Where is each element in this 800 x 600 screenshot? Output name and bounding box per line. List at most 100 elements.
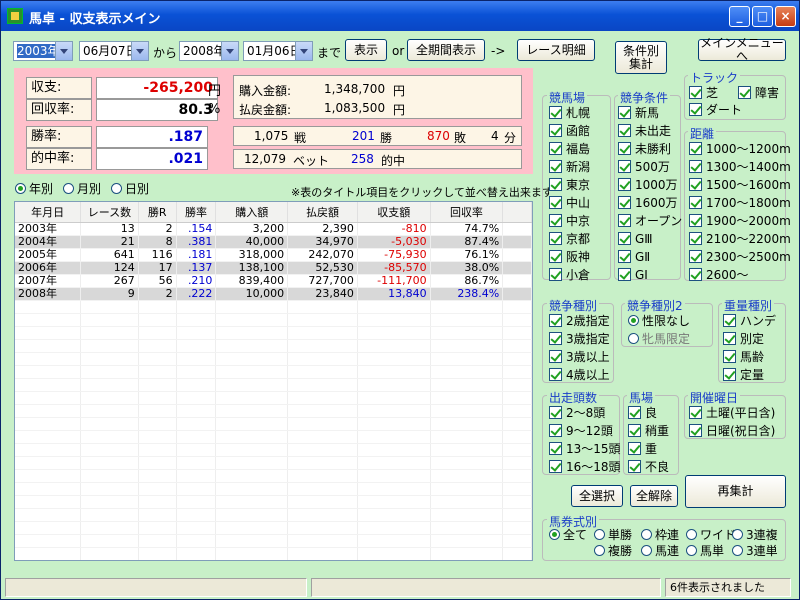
race-type-checkbox[interactable]: 4歳以上 (549, 368, 610, 382)
bet-all-radio[interactable]: 全て (549, 528, 587, 542)
distance-checkbox[interactable]: 1300～1400m (689, 160, 791, 174)
ground-checkbox[interactable]: 不良 (628, 460, 669, 474)
weight-checkbox[interactable]: ハンデ (723, 314, 776, 328)
close-button[interactable]: × (775, 6, 796, 27)
condition-checkbox[interactable]: 未勝利 (618, 142, 671, 156)
radio-icon (594, 529, 605, 540)
table-row[interactable]: 2008年 9 2.222 10,000 23,840 13,840 238.4% (15, 287, 532, 301)
venue-checkbox[interactable]: 福島 (549, 142, 590, 156)
col-wins[interactable]: 勝R (138, 202, 177, 223)
from-year-select[interactable]: 2003年 (13, 41, 73, 61)
venue-checkbox[interactable]: 函館 (549, 124, 590, 138)
venue-checkbox[interactable]: 京都 (549, 232, 590, 246)
col-date[interactable]: 年月日 (15, 202, 82, 223)
condition-checkbox[interactable]: 未出走 (618, 124, 671, 138)
day-checkbox[interactable]: 土曜(平日含) (689, 406, 775, 420)
condition-checkbox[interactable]: 500万 (618, 160, 670, 174)
col-balance[interactable]: 収支額 (357, 202, 431, 223)
fillies-only-radio[interactable]: 牝馬限定 (628, 332, 690, 346)
ground-checkbox[interactable]: 良 (628, 406, 657, 420)
condition-checkbox[interactable]: GⅠ (618, 268, 648, 282)
condition-checkbox[interactable]: GⅡ (618, 250, 650, 264)
ground-checkbox[interactable]: 稍重 (628, 424, 669, 438)
distance-checkbox[interactable]: 1500～1600m (689, 178, 791, 192)
runners-checkbox[interactable]: 9～12頭 (549, 424, 613, 438)
runners-checkbox[interactable]: 2～8頭 (549, 406, 605, 420)
col-purchase[interactable]: 購入額 (215, 202, 289, 223)
venue-checkbox[interactable]: 札幌 (549, 106, 590, 120)
select-all-button[interactable]: 全選択 (571, 485, 623, 507)
bet-type-radio[interactable]: 複勝 (594, 544, 632, 558)
all-period-button[interactable]: 全期間表示 (407, 39, 485, 61)
to-year-select[interactable]: 2008年 (179, 41, 239, 61)
col-win-rate[interactable]: 勝率 (176, 202, 217, 223)
race-type-checkbox[interactable]: 2歳指定 (549, 314, 610, 328)
condition-checkbox[interactable]: 1600万 (618, 196, 678, 210)
checkbox-checked-icon (618, 178, 631, 191)
recalculate-button[interactable]: 再集計 (685, 475, 786, 508)
bet-type-radio[interactable]: 枠連 (641, 528, 679, 542)
bet-type-radio[interactable]: 単勝 (594, 528, 632, 542)
track-dirt-checkbox[interactable]: ダート (689, 103, 742, 117)
bet-type-radio[interactable]: 馬連 (641, 544, 679, 558)
condition-checkbox[interactable]: 新馬 (618, 106, 659, 120)
distance-checkbox[interactable]: 1000～1200m (689, 142, 791, 156)
daily-radio[interactable]: 日別 (111, 182, 149, 196)
race-detail-button[interactable]: レース明細 (517, 39, 595, 61)
maximize-button[interactable]: □ (752, 6, 773, 27)
ground-checkbox[interactable]: 重 (628, 442, 657, 456)
venue-checkbox[interactable]: 新潟 (549, 160, 590, 174)
chevron-down-icon[interactable] (55, 42, 72, 60)
table-row[interactable]: 2006年 124 17.137 138,100 52,530 -85,570 38.0% (15, 261, 532, 275)
track-obstacle-checkbox[interactable]: 障害 (738, 86, 779, 100)
table-row[interactable]: 2007年 267 56.210 839,400 727,700 -111,700 86.7… (15, 274, 532, 288)
condition-checkbox[interactable]: GⅢ (618, 232, 653, 246)
chevron-down-icon[interactable] (131, 42, 148, 60)
distance-checkbox[interactable]: 2600～ (689, 268, 749, 282)
table-row[interactable]: 2004年 21 8.381 40,000 34,970 -5,030 87.4% (15, 235, 532, 249)
bet-type-radio[interactable]: 3連複 (732, 528, 778, 542)
recovery-unit: % (208, 102, 221, 117)
weight-checkbox[interactable]: 定量 (723, 368, 764, 382)
venue-checkbox[interactable]: 小倉 (549, 268, 590, 282)
track-turf-checkbox[interactable]: 芝 (689, 86, 718, 100)
day-checkbox[interactable]: 日曜(祝日含) (689, 424, 775, 438)
distance-checkbox[interactable]: 1700～1800m (689, 196, 791, 210)
to-date-select[interactable]: 01月06日 (243, 41, 313, 61)
col-recovery[interactable]: 回収率 (430, 202, 504, 223)
runners-checkbox[interactable]: 16～18頭 (549, 460, 621, 474)
venue-checkbox[interactable]: 阪神 (549, 250, 590, 264)
bet-type-radio[interactable]: ワイド (686, 528, 736, 542)
no-sex-limit-radio[interactable]: 性限なし (628, 314, 690, 328)
result-grid[interactable]: 年月日 レース数 勝R 勝率 購入額 払戻額 収支額 回収率 2003年 13 2.… (14, 201, 533, 561)
bet-type-radio[interactable]: 3連単 (732, 544, 778, 558)
condition-summary-button[interactable]: 条件別 集計 (615, 41, 667, 74)
weight-checkbox[interactable]: 別定 (723, 332, 764, 346)
table-row[interactable]: 2003年 13 2.154 3,200 2,390 -810 74.7% (15, 222, 532, 236)
distance-checkbox[interactable]: 1900～2000m (689, 214, 791, 228)
venue-checkbox[interactable]: 東京 (549, 178, 590, 192)
race-type-checkbox[interactable]: 3歳指定 (549, 332, 610, 346)
show-button[interactable]: 表示 (345, 39, 387, 61)
col-payout[interactable]: 払戻額 (287, 202, 358, 223)
distance-checkbox[interactable]: 2300～2500m (689, 250, 791, 264)
chevron-down-icon[interactable] (295, 42, 312, 60)
condition-checkbox[interactable]: オープン (618, 214, 682, 228)
table-row[interactable]: 2005年 641 116.181 318,000 242,070 -75,930 76.1… (15, 248, 532, 262)
main-menu-button[interactable]: メインメニューへ (698, 37, 786, 63)
distance-checkbox[interactable]: 2100～2200m (689, 232, 791, 246)
from-date-select[interactable]: 06月07日 (79, 41, 149, 61)
bet-type-radio[interactable]: 馬単 (686, 544, 724, 558)
yearly-radio[interactable]: 年別 (15, 182, 53, 196)
runners-checkbox[interactable]: 13～15頭 (549, 442, 621, 456)
condition-checkbox[interactable]: 1000万 (618, 178, 678, 192)
clear-all-button[interactable]: 全解除 (630, 485, 678, 507)
venue-checkbox[interactable]: 中京 (549, 214, 590, 228)
col-races[interactable]: レース数 (80, 202, 139, 223)
weight-checkbox[interactable]: 馬齢 (723, 350, 764, 364)
chevron-down-icon[interactable] (221, 42, 238, 60)
race-type-checkbox[interactable]: 3歳以上 (549, 350, 610, 364)
monthly-radio[interactable]: 月別 (63, 182, 101, 196)
minimize-button[interactable]: _ (729, 6, 750, 27)
venue-checkbox[interactable]: 中山 (549, 196, 590, 210)
